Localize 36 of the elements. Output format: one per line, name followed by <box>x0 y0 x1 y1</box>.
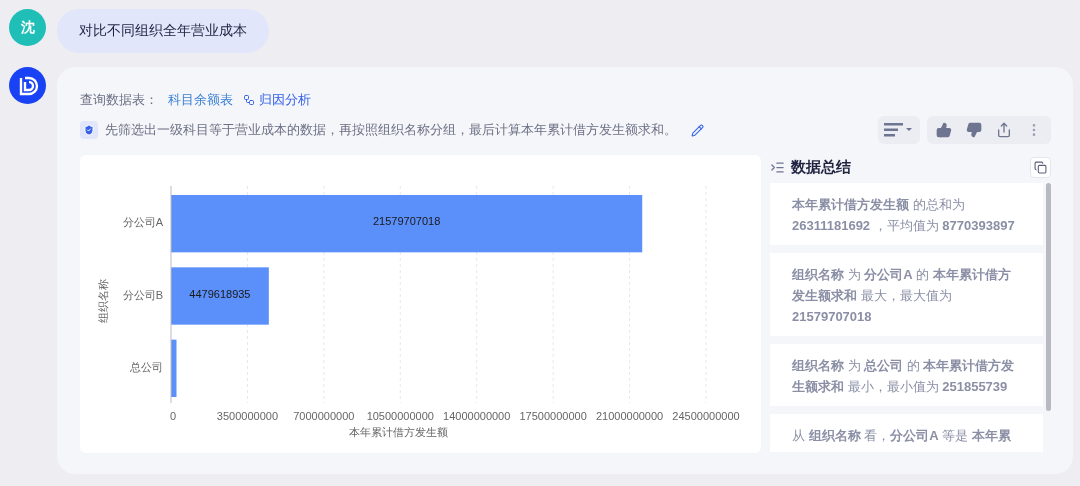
list-icon <box>770 159 785 175</box>
value-label: 4479618935 <box>189 287 251 300</box>
category-label: 分公司A <box>122 216 163 229</box>
bar <box>171 339 177 397</box>
value-label: 21579707018 <box>372 215 441 228</box>
attribution-link[interactable]: 归因分析 <box>243 91 311 109</box>
copy-button[interactable] <box>1030 156 1051 178</box>
y-axis-title: 组织名称 <box>97 278 109 323</box>
tick-label: 21000000000 <box>595 410 664 422</box>
user-avatar: 沈 <box>9 9 46 46</box>
summary-title: 数据总结 <box>791 157 851 177</box>
shield-icon <box>80 121 98 139</box>
query-description: 先筛选出一级科目等于营业成本的数据，再按照组织名称分组，最后计算本年累计借方发生额求和。 <box>105 121 677 139</box>
bar-chart-icon <box>884 123 914 137</box>
user-message: 对比不同组织全年营业成本 <box>57 9 269 53</box>
tick-label: 14000000000 <box>443 410 511 422</box>
tick-label: 10500000000 <box>366 410 434 422</box>
summary-text: 组织名称 为 总公司 的 本年累计借方发生额求和 最小，最小值为 251855739 <box>792 358 1015 394</box>
assistant-avatar <box>9 67 46 104</box>
tick-label: 7000000000 <box>293 410 355 422</box>
table-link[interactable]: 科目余额表 <box>168 91 233 109</box>
tick-label: 24500000000 <box>672 410 740 422</box>
summary-text: 本年累计借方发生额 的总和为 26311181692 ，平均值为 8770393897 <box>792 197 1015 233</box>
tick-label: 3500000000 <box>216 410 278 422</box>
chart-type-button[interactable] <box>878 116 920 144</box>
category-label: 总公司 <box>130 360 163 373</box>
summary-text: 从 组织名称 看，分公司A 等是 本年累 <box>792 428 1011 443</box>
tick-label: 17500000000 <box>519 410 587 422</box>
category-label: 分公司B <box>122 288 163 301</box>
x-axis-title: 本年累计借方发生额 <box>349 426 448 438</box>
tick-label: 0 <box>169 410 177 422</box>
scrollbar-thumb[interactable] <box>1046 183 1051 411</box>
nodes-icon <box>243 94 255 106</box>
source-label: 查询数据表： <box>80 91 158 109</box>
summary-text: 组织名称 为 分公司A 的 本年累计借方发生额求和 最大，最大值为 21579707018 <box>792 267 1011 324</box>
edit-icon[interactable] <box>691 123 704 137</box>
